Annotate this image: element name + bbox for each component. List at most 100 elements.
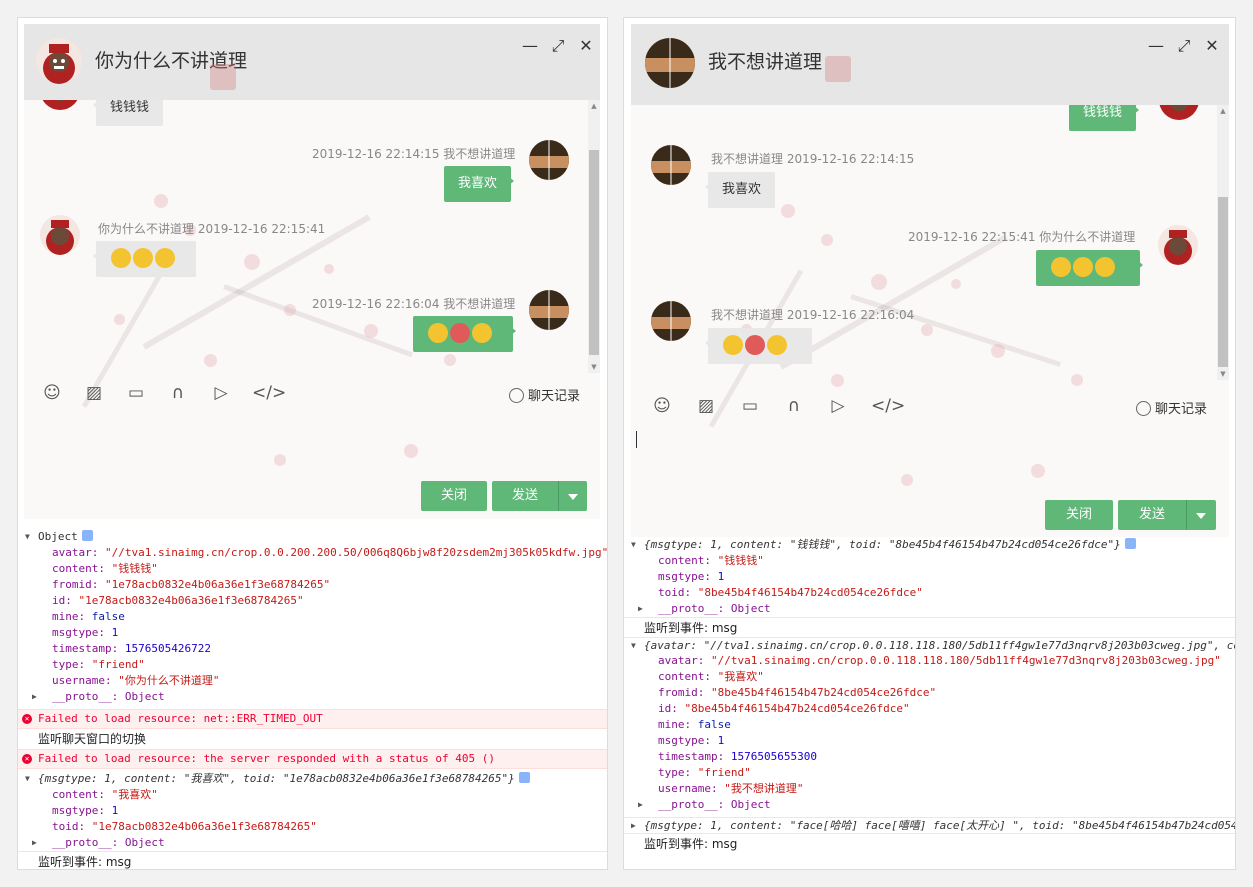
message-meta: 我不想讲道理 2019-12-16 22:16:04 [711, 308, 915, 322]
proto-line[interactable]: ▶ __proto__: Object [18, 835, 607, 851]
console-field: fromid: "1e78acb0832e4b06a36e1f3e6878426… [52, 578, 331, 591]
send-options-dropdown[interactable] [558, 481, 587, 511]
console-object[interactable]: ▼ {msgtype: 1, content: "我喜欢", toid: "1e7… [18, 771, 607, 787]
console-field: id: "8be45b4f46154b47b24cd054ce26fdce" [658, 702, 910, 715]
avatar [1159, 105, 1199, 120]
console-log: 监听到事件: msg [18, 851, 607, 869]
emoji-icon [745, 334, 765, 355]
console-field: msgtype: 1 [658, 570, 725, 583]
emoji-icon [472, 322, 492, 343]
text-caret [636, 431, 637, 448]
folder-icon[interactable]: ▭ [739, 395, 761, 417]
scroll-thumb[interactable] [1218, 197, 1228, 367]
code-icon[interactable]: </> [252, 382, 286, 404]
window-controls: — ⤢ ✕ [1146, 36, 1222, 56]
code-icon[interactable]: </> [871, 395, 905, 417]
headphones-icon[interactable]: ∩ [167, 382, 189, 404]
right-panel: 我不想讲道理 — ⤢ ✕ 钱钱钱 我不想讲道理 2019-12-16 22:14… [623, 17, 1236, 870]
console-log: 监听聊天窗口的切换 [38, 732, 147, 746]
video-icon[interactable]: ▷ [210, 382, 232, 404]
close-button[interactable]: 关闭 [1045, 500, 1113, 530]
expand-arrow-icon[interactable]: ▶ [32, 689, 37, 705]
message-meta: 我不想讲道理 2019-12-16 22:14:15 [711, 152, 915, 166]
window-controls: — ⤢ ✕ [520, 36, 596, 56]
minimize-icon[interactable]: — [520, 36, 540, 56]
send-button[interactable]: 发送 [1118, 500, 1186, 530]
info-icon [518, 772, 530, 783]
message-meta: 2019-12-16 22:14:15 我不想讲道理 [312, 147, 516, 161]
scroll-thumb[interactable] [589, 150, 599, 355]
close-button[interactable]: 关闭 [421, 481, 487, 511]
expand-arrow-icon[interactable]: ▼ [25, 529, 30, 545]
console-object[interactable]: ▼ {msgtype: 1, content: "钱钱钱", toid: "8be… [624, 537, 1235, 553]
emoji-icon[interactable]: ☺ [651, 395, 673, 417]
maximize-icon[interactable]: ⤢ [548, 36, 568, 56]
minimize-icon[interactable]: — [1146, 36, 1166, 56]
console-field: timestamp: 1576505426722 [52, 642, 211, 655]
console-field: content: "钱钱钱" [658, 554, 764, 567]
close-icon[interactable]: ✕ [576, 36, 596, 56]
console-field: content: "我喜欢" [658, 670, 764, 683]
expand-arrow-icon[interactable]: ▶ [32, 835, 37, 851]
console-field: type: "friend" [658, 766, 751, 779]
folder-icon[interactable]: ▭ [125, 382, 147, 404]
expand-arrow-icon[interactable]: ▼ [631, 537, 636, 553]
avatar [651, 301, 691, 341]
scroll-up-icon[interactable]: ▲ [588, 100, 600, 112]
message-list: 钱钱钱 2019-12-16 22:14:15 我不想讲道理 我喜欢 你为什么不… [24, 100, 586, 373]
close-icon[interactable]: ✕ [1202, 36, 1222, 56]
devtools-console: ▼ {msgtype: 1, content: "钱钱钱", toid: "8be… [624, 537, 1235, 869]
emoji-icon [450, 322, 470, 343]
chat-history-label: 聊天记录 [1155, 402, 1208, 417]
clock-icon [1136, 401, 1151, 416]
console-object[interactable]: ▼ {avatar: "//tva1.sinaimg.cn/crop.0.0.11… [624, 637, 1235, 653]
emoji-icon [428, 322, 448, 343]
message-meta: 你为什么不讲道理 2019-12-16 22:15:41 [98, 222, 326, 236]
proto-line[interactable]: ▶ __proto__: Object [18, 689, 607, 705]
emoji-icon[interactable]: ☺ [41, 382, 63, 404]
expand-arrow-icon[interactable]: ▼ [631, 638, 636, 654]
image-icon[interactable]: ▨ [695, 395, 717, 417]
info-icon [1124, 538, 1136, 549]
title-bar[interactable]: 我不想讲道理 — ⤢ ✕ [631, 24, 1229, 105]
avatar [40, 100, 80, 110]
message-meta: 2019-12-16 22:16:04 我不想讲道理 [312, 297, 516, 311]
console-field: timestamp: 1576505655300 [658, 750, 817, 763]
console-error: ✕ Failed to load resource: the server res… [18, 749, 607, 769]
chat-history-label: 聊天记录 [528, 389, 581, 404]
headphones-icon[interactable]: ∩ [783, 395, 805, 417]
scrollbar[interactable]: ▲ ▼ [1217, 105, 1229, 380]
avatar [651, 145, 691, 185]
left-panel: 你为什么不讲道理 — ⤢ ✕ 钱钱钱 2019-12-16 22:14:15 我… [17, 17, 608, 870]
console-error: ✕ Failed to load resource: net::ERR_TIMED… [18, 709, 607, 729]
avatar [36, 38, 82, 84]
send-button[interactable]: 发送 [492, 481, 558, 511]
info-icon [81, 530, 93, 541]
title-bar[interactable]: 你为什么不讲道理 — ⤢ ✕ [24, 24, 600, 100]
scroll-down-icon[interactable]: ▼ [588, 361, 600, 373]
console-field: mine: false [658, 718, 731, 731]
scroll-down-icon[interactable]: ▼ [1217, 368, 1229, 380]
console-field: msgtype: 1 [658, 734, 725, 747]
expand-arrow-icon[interactable]: ▶ [631, 818, 636, 834]
emoji-icon [1095, 256, 1115, 277]
scroll-up-icon[interactable]: ▲ [1217, 105, 1229, 117]
scrollbar[interactable]: ▲ ▼ [588, 100, 600, 373]
console-object[interactable]: ▼ Object [18, 529, 607, 545]
console-object[interactable]: ▶ {msgtype: 1, content: "face[哈哈] face[嘻嘻… [624, 817, 1235, 833]
expand-arrow-icon[interactable]: ▼ [25, 771, 30, 787]
maximize-icon[interactable]: ⤢ [1174, 36, 1194, 56]
chat-toolbar: ☺ ▨ ▭ ∩ ▷ </> 聊天记录 [24, 376, 600, 410]
expand-arrow-icon[interactable]: ▶ [638, 601, 643, 617]
message-input[interactable] [631, 426, 1229, 501]
chat-history-button[interactable]: 聊天记录 [1136, 398, 1207, 417]
proto-line[interactable]: ▶ __proto__: Object [624, 601, 1235, 617]
image-icon[interactable]: ▨ [83, 382, 105, 404]
clock-icon [509, 388, 524, 403]
expand-arrow-icon[interactable]: ▶ [638, 797, 643, 813]
message-input[interactable] [24, 412, 600, 482]
video-icon[interactable]: ▷ [827, 395, 849, 417]
proto-line[interactable]: ▶ __proto__: Object [624, 797, 1235, 813]
chat-history-button[interactable]: 聊天记录 [509, 385, 580, 404]
send-options-dropdown[interactable] [1186, 500, 1216, 530]
